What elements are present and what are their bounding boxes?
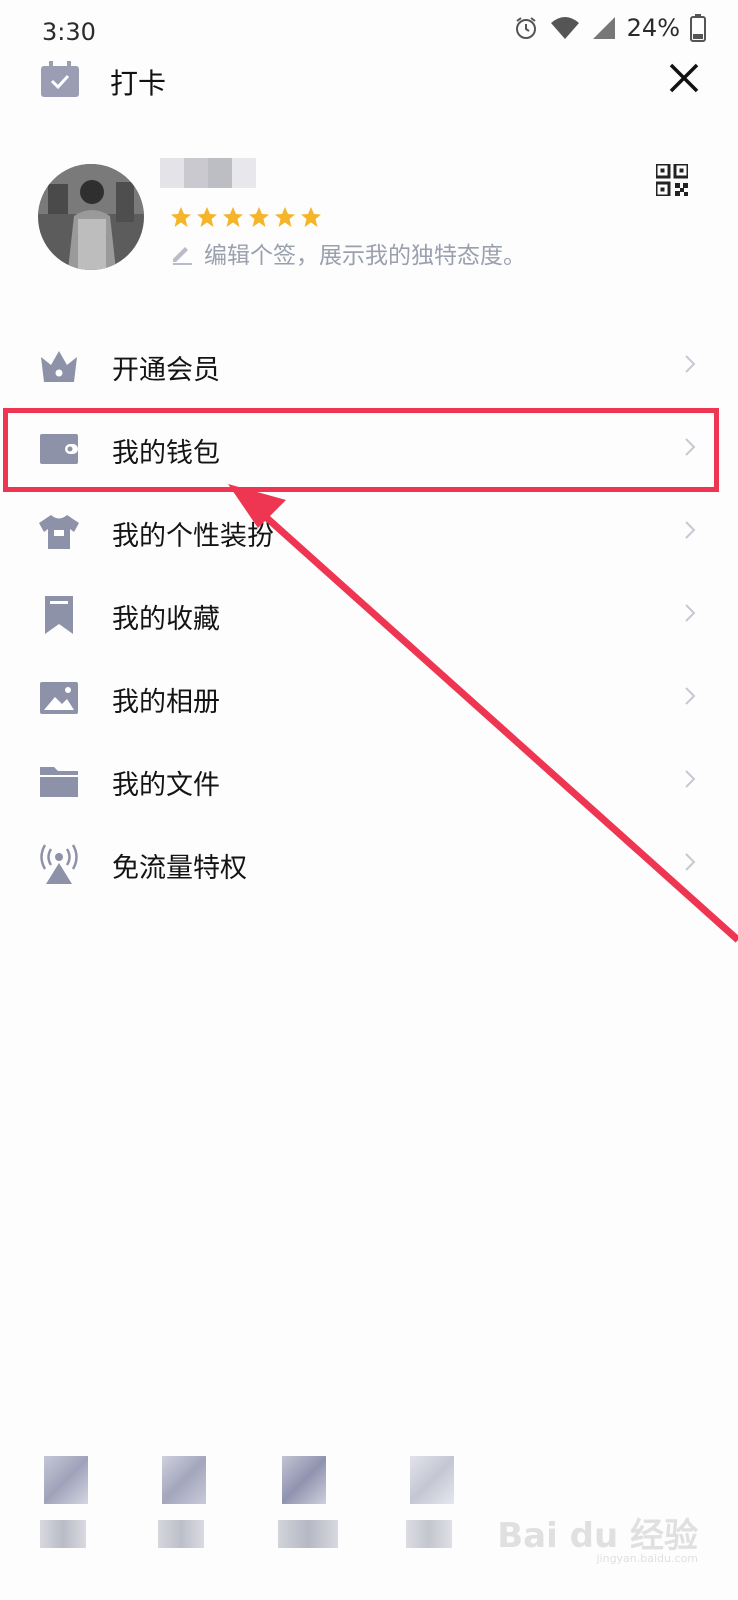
- drawer-header: 打卡: [0, 56, 738, 112]
- blurred-label: [40, 1520, 86, 1548]
- menu-item-theme[interactable]: 我的个性装扮: [0, 490, 738, 573]
- photo-icon: [38, 678, 80, 718]
- status-icons: 24%: [513, 14, 706, 42]
- signal-tower-icon: [38, 844, 80, 884]
- chevron-right-icon: [685, 521, 696, 539]
- chevron-right-icon: [685, 853, 696, 871]
- star-icon: [301, 207, 321, 227]
- signature-text: 编辑个签，展示我的独特态度。: [204, 243, 526, 269]
- battery-icon: [690, 14, 706, 42]
- watermark-brand: Bai du 经验: [497, 1516, 698, 1556]
- menu-item-vip[interactable]: 开通会员: [0, 324, 738, 407]
- blurred-label: [406, 1520, 452, 1548]
- menu-label: 我的文件: [112, 770, 220, 801]
- star-icon: [275, 207, 295, 227]
- star-icon: [249, 207, 269, 227]
- blurred-icon: [282, 1456, 326, 1504]
- close-icon[interactable]: [668, 62, 700, 98]
- bottom-item-3[interactable]: [278, 1456, 338, 1556]
- vip-crown-icon: [38, 346, 80, 386]
- chevron-right-icon: [685, 687, 696, 705]
- qr-code-icon[interactable]: [654, 162, 690, 200]
- bottom-item-2[interactable]: [158, 1456, 218, 1556]
- menu-label: 我的相册: [112, 687, 220, 718]
- menu-label: 开通会员: [112, 355, 220, 386]
- menu-label: 免流量特权: [112, 853, 247, 884]
- battery-percent: 24%: [626, 14, 680, 42]
- folder-icon: [38, 761, 80, 801]
- blurred-label: [158, 1520, 204, 1548]
- bookmark-icon: [38, 595, 80, 635]
- chevron-right-icon: [685, 604, 696, 622]
- watermark-url: jingyan.baidu.com: [596, 1552, 698, 1565]
- menu-item-album[interactable]: 我的相册: [0, 656, 738, 739]
- menu-item-favorites[interactable]: 我的收藏: [0, 573, 738, 656]
- chevron-right-icon: [685, 770, 696, 788]
- avatar[interactable]: [38, 164, 144, 270]
- star-icon: [171, 207, 191, 227]
- menu-label: 我的个性装扮: [112, 521, 274, 552]
- wifi-icon: [550, 17, 579, 39]
- blurred-icon: [44, 1456, 88, 1504]
- menu-label: 我的收藏: [112, 604, 220, 635]
- status-time: 3:30: [42, 18, 96, 46]
- shirt-icon: [38, 512, 80, 552]
- edit-pencil-icon: [173, 247, 192, 265]
- blurred-label: [278, 1520, 338, 1548]
- drawer-menu: 开通会员 我的钱包 我的个性装扮 我的收藏 我的相册 我的文件 免流量特权: [0, 324, 738, 905]
- wallet-icon: [38, 429, 80, 469]
- blurred-icon: [162, 1456, 206, 1504]
- blurred-icon: [410, 1456, 454, 1504]
- status-bar: 3:30 24%: [0, 0, 738, 64]
- calendar-check-icon[interactable]: [40, 60, 80, 102]
- cell-signal-icon: [592, 17, 615, 39]
- signature[interactable]: 编辑个签，展示我的独特态度。: [170, 236, 526, 270]
- star-icon: [197, 207, 217, 227]
- checkin-label[interactable]: 打卡: [110, 62, 166, 102]
- menu-item-files[interactable]: 我的文件: [0, 739, 738, 822]
- chevron-right-icon: [685, 355, 696, 373]
- menu-item-wallet[interactable]: 我的钱包: [0, 407, 738, 490]
- alarm-icon: [515, 17, 536, 39]
- star-icon: [223, 207, 243, 227]
- username-blurred: [160, 158, 256, 188]
- bottom-item-4[interactable]: [406, 1456, 466, 1556]
- menu-item-free-data[interactable]: 免流量特权: [0, 822, 738, 905]
- chevron-right-icon: [685, 438, 696, 456]
- menu-label: 我的钱包: [112, 438, 220, 469]
- profile-card: 编辑个签，展示我的独特态度。: [0, 150, 738, 280]
- bottom-item-1[interactable]: [40, 1456, 100, 1556]
- baidu-watermark: Bai du 经验 jingyan.baidu.com: [497, 1508, 698, 1565]
- level-stars: [170, 206, 322, 228]
